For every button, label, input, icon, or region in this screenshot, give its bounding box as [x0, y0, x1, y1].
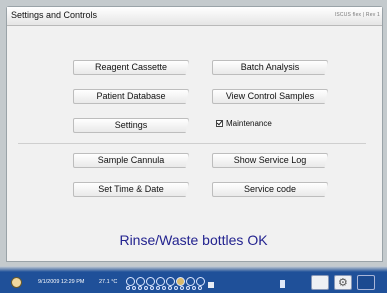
- tray-circle-icon: [166, 277, 175, 286]
- tray-small-circle-icon: [186, 286, 190, 290]
- tray-small-circle-icon: [168, 286, 172, 290]
- keyboard-button[interactable]: [311, 275, 329, 290]
- taskbar: 9/1/2009 12:29 PM 27.1 °C ⚙: [0, 266, 387, 293]
- view-control-samples-button[interactable]: View Control Samples: [212, 89, 328, 104]
- settings-button[interactable]: Settings: [73, 118, 189, 133]
- tray-circle-icon: [176, 277, 185, 286]
- gear-icon: ⚙: [338, 276, 348, 289]
- maintenance-checkbox[interactable]: Maintenance: [216, 119, 272, 128]
- tray-circle-icon: [136, 277, 145, 286]
- checkbox-checked-icon[interactable]: [216, 120, 223, 127]
- sample-cannula-button[interactable]: Sample Cannula: [73, 153, 189, 168]
- tray-small-circle-icon: [162, 286, 166, 290]
- settings-window: Settings and Controls ISCUS flex | Rev 1: [6, 6, 383, 262]
- tray-slot-icon: [208, 282, 214, 288]
- tray-small-circle-icon: [138, 286, 142, 290]
- tray-small-circle-icon: [126, 286, 130, 290]
- tray-small-circle-icon: [198, 286, 202, 290]
- tray-small-circle-icon: [144, 286, 148, 290]
- reagent-cassette-button[interactable]: Reagent Cassette: [73, 60, 189, 75]
- window-toggle-button[interactable]: [357, 275, 375, 290]
- tray-small-circle-icon: [132, 286, 136, 290]
- power-icon[interactable]: [11, 277, 22, 288]
- service-code-button[interactable]: Service code: [212, 182, 328, 197]
- tray-small-circle-icon: [150, 286, 154, 290]
- title-bar: Settings and Controls ISCUS flex | Rev 1: [7, 7, 382, 26]
- tray-circle-icon: [156, 277, 165, 286]
- tray-circle-icon: [186, 277, 195, 286]
- tray-small-circle-icon: [192, 286, 196, 290]
- tray-circle-icon: [126, 277, 135, 286]
- datetime-readout: 9/1/2009 12:29 PM: [38, 279, 85, 285]
- section-divider: [18, 143, 366, 144]
- tray-small-circle-icon: [174, 286, 178, 290]
- bottle-icon: [280, 280, 285, 288]
- patient-database-button[interactable]: Patient Database: [73, 89, 189, 104]
- status-message: Rinse/Waste bottles OK: [119, 232, 268, 248]
- tray-small-circle-icon: [180, 286, 184, 290]
- tray-small-circle-icon: [156, 286, 160, 290]
- window-title: Settings and Controls: [11, 10, 98, 20]
- temperature-readout: 27.1 °C: [99, 279, 118, 285]
- show-service-log-button[interactable]: Show Service Log: [212, 153, 328, 168]
- batch-analysis-button[interactable]: Batch Analysis: [212, 60, 328, 75]
- brand-logo: ISCUS flex | Rev 1: [334, 12, 380, 18]
- taskbar-top-shade: [0, 266, 387, 272]
- tray-circle-icon: [146, 277, 155, 286]
- gear-button[interactable]: ⚙: [334, 275, 352, 290]
- set-time-date-button[interactable]: Set Time & Date: [73, 182, 189, 197]
- maintenance-label: Maintenance: [226, 119, 272, 128]
- tray-circle-icon: [196, 277, 205, 286]
